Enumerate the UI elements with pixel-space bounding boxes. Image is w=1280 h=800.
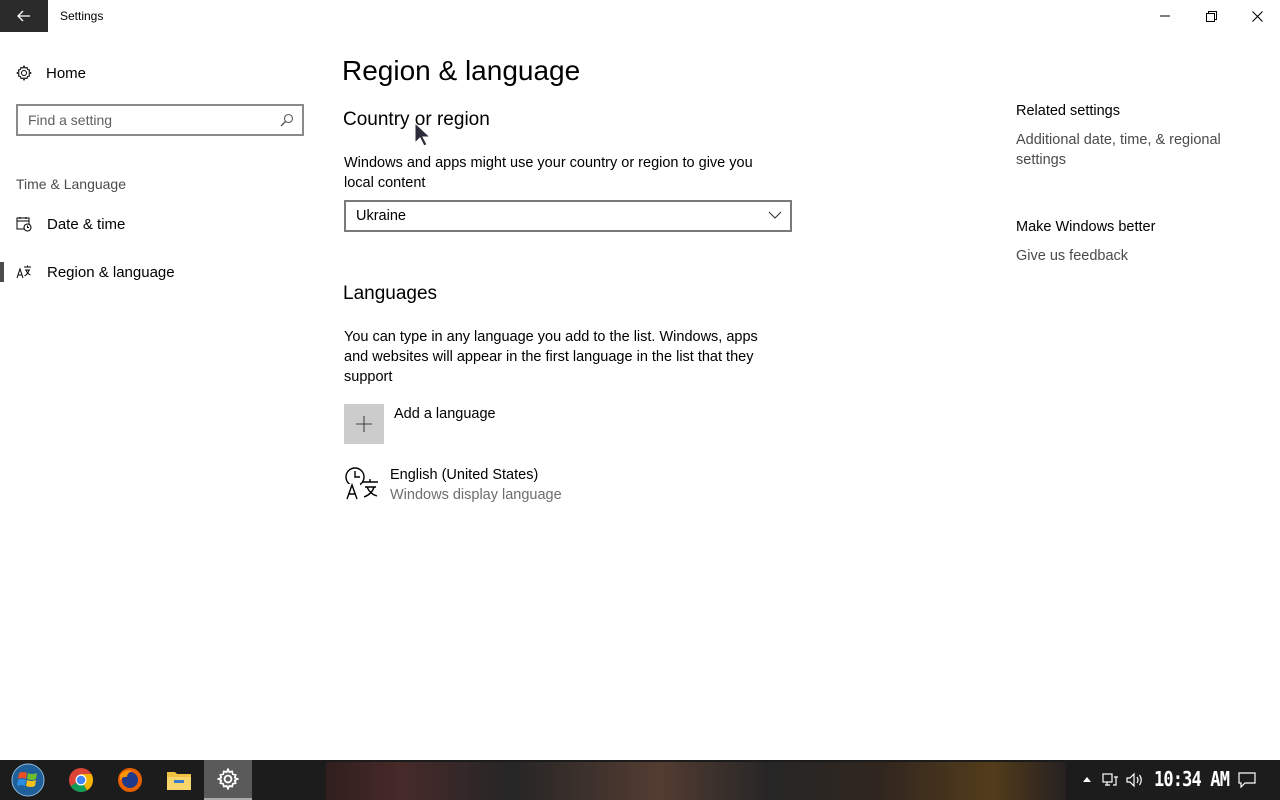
show-hidden-icons-icon[interactable]: [1082, 775, 1092, 783]
start-button[interactable]: [4, 760, 52, 800]
minimize-button[interactable]: [1142, 0, 1188, 32]
chrome-icon: [69, 768, 94, 793]
language-list-item[interactable]: English (United States) Windows display …: [344, 466, 644, 506]
country-selected-value: Ukraine: [356, 208, 406, 224]
give-feedback-link[interactable]: Give us feedback: [1016, 246, 1256, 266]
minimize-icon: [1160, 15, 1170, 17]
country-description: Windows and apps might use your country …: [344, 155, 753, 191]
taskbar: 10:34 AM: [0, 760, 1280, 800]
volume-icon[interactable]: [1126, 772, 1144, 788]
network-icon[interactable]: [1102, 772, 1120, 788]
home-nav-item[interactable]: Home: [16, 62, 86, 84]
calendar-clock-icon: [16, 217, 32, 232]
language-name: English (United States): [390, 467, 539, 483]
search-box[interactable]: [16, 104, 304, 136]
file-explorer-icon: [167, 772, 191, 790]
related-settings-heading: Related settings: [1016, 103, 1120, 119]
languages-heading: Languages: [343, 283, 438, 304]
restore-icon: [1205, 10, 1217, 22]
language-subtitle: Windows display language: [390, 487, 562, 503]
sidebar-item-label: Region & language: [47, 263, 175, 281]
back-button[interactable]: [0, 0, 48, 32]
search-input[interactable]: [18, 106, 278, 134]
restore-button[interactable]: [1188, 0, 1234, 32]
plus-icon: [356, 416, 372, 432]
add-language-label: Add a language: [394, 406, 496, 422]
firefox-icon: [118, 768, 142, 792]
page-title: Region & language: [342, 55, 581, 86]
start-icon: [11, 763, 45, 797]
back-arrow-icon: [17, 10, 30, 22]
country-dropdown[interactable]: Ukraine: [344, 200, 792, 232]
taskbar-clock[interactable]: 10:34 AM: [1154, 767, 1230, 791]
language-clock-icon: [345, 467, 378, 500]
chevron-down-icon: [768, 211, 782, 219]
search-icon[interactable]: [280, 113, 294, 127]
mouse-cursor-icon: [414, 122, 432, 147]
close-icon: [1251, 10, 1263, 22]
section-label: Time & Language: [16, 176, 126, 192]
action-center-icon[interactable]: [1238, 772, 1256, 788]
sidebar-item-label: Date & time: [47, 215, 126, 233]
taskbar-background-image: [326, 762, 1066, 800]
taskbar-firefox[interactable]: [106, 760, 154, 800]
selection-marker: [0, 262, 4, 282]
taskbar-file-explorer[interactable]: [155, 760, 203, 800]
language-icon: [16, 265, 31, 279]
sidebar-item-date-time[interactable]: Date & time: [0, 204, 320, 244]
taskbar-chrome[interactable]: [57, 760, 105, 800]
additional-settings-link[interactable]: Additional date, time, & regional settin…: [1016, 130, 1256, 170]
settings-icon: [217, 768, 239, 790]
title-bar: Settings: [0, 0, 1280, 32]
home-label: Home: [46, 64, 87, 82]
settings-window: Settings Home Find a setting Time & Lang…: [0, 0, 1280, 760]
sidebar-item-region-language[interactable]: Region & language: [0, 252, 320, 292]
taskbar-settings[interactable]: [204, 760, 252, 800]
add-language-icon-box: [344, 404, 384, 444]
gear-icon: [16, 65, 32, 81]
close-button[interactable]: [1234, 0, 1280, 32]
make-windows-better-heading: Make Windows better: [1016, 219, 1156, 235]
window-title: Settings: [60, 9, 104, 23]
languages-description: You can type in any language you add to …: [344, 329, 758, 385]
